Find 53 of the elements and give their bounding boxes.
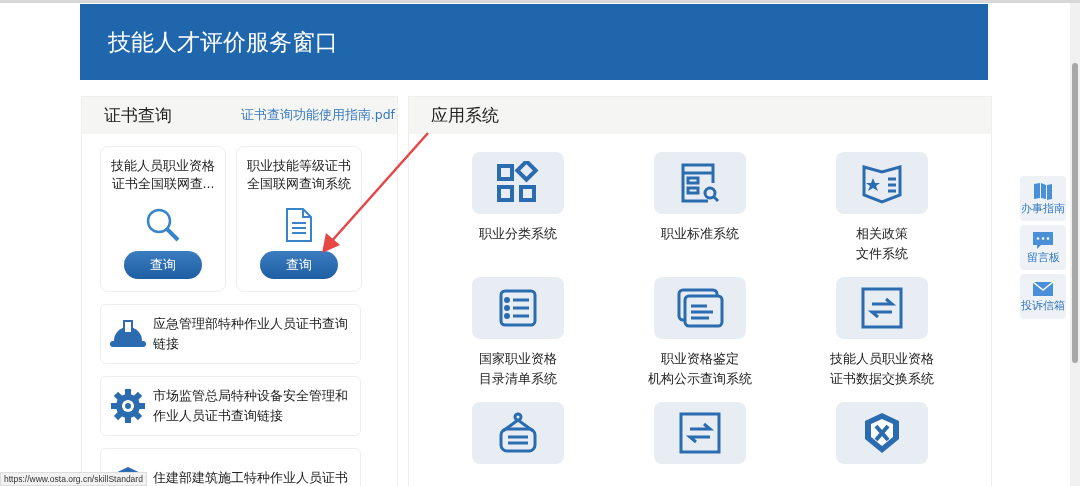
app-tile[interactable] bbox=[654, 277, 746, 339]
chat-icon bbox=[1032, 230, 1054, 249]
guide-link[interactable]: 证书查询功能使用指南.pdf bbox=[240, 107, 395, 124]
link-text: 市场监管总局特种设备安全管理和作业人员证书查询链接 bbox=[153, 387, 349, 425]
query-link-card[interactable]: 市场监管总局特种设备安全管理和作业人员证书查询链接 bbox=[100, 376, 361, 436]
app-tile[interactable] bbox=[472, 152, 564, 214]
side-tool-button[interactable]: 留言板 bbox=[1020, 225, 1066, 270]
search-icon bbox=[145, 207, 181, 243]
app-tile[interactable] bbox=[836, 277, 928, 339]
panel-title: 应用系统 bbox=[431, 104, 499, 127]
app-label[interactable]: 相关政策 bbox=[856, 224, 908, 244]
cards-icon bbox=[676, 287, 724, 329]
shield-icon bbox=[862, 411, 902, 455]
link-text: 住建部建筑施工特种作业人员证书 bbox=[153, 469, 349, 486]
app-label[interactable]: 机构公示查询系统 bbox=[648, 369, 752, 389]
document-icon bbox=[285, 207, 313, 243]
query-button[interactable]: 查询 bbox=[124, 251, 202, 279]
app-label[interactable]: 职业标准系统 bbox=[661, 224, 739, 244]
app-tile[interactable] bbox=[472, 277, 564, 339]
card-title: 技能人员职业资格证书全国联网查... bbox=[110, 157, 216, 193]
card-title: 职业技能等级证书全国联网查询系统 bbox=[246, 157, 352, 193]
site-title: 技能人才评价服务窗口 bbox=[108, 27, 338, 57]
side-tool-label: 办事指南 bbox=[1021, 201, 1065, 216]
query-button[interactable]: 查询 bbox=[260, 251, 338, 279]
app-label[interactable]: 技能人员职业资格 bbox=[830, 349, 934, 369]
app-tile[interactable] bbox=[836, 152, 928, 214]
side-tool-button[interactable]: 投诉信箱 bbox=[1020, 274, 1066, 319]
app-tile[interactable] bbox=[654, 402, 746, 464]
status-url: https://www.osta.org.cn/skillStandard bbox=[0, 472, 147, 486]
query-link-card[interactable]: 应急管理部特种作业人员证书查询链接 bbox=[100, 304, 361, 364]
shapes-icon bbox=[496, 161, 540, 205]
panel-title: 证书查询 bbox=[104, 104, 172, 127]
app-label[interactable]: 证书数据交换系统 bbox=[830, 369, 934, 389]
link-text: 应急管理部特种作业人员证书查询链接 bbox=[153, 315, 349, 353]
app-label[interactable]: 职业资格鉴定 bbox=[661, 349, 739, 369]
scroll-thumb[interactable] bbox=[1072, 63, 1078, 363]
gear-icon bbox=[109, 388, 147, 424]
app-label[interactable]: 职业分类系统 bbox=[479, 224, 557, 244]
side-tool-button[interactable]: 办事指南 bbox=[1020, 176, 1066, 221]
scrollbar[interactable] bbox=[1070, 3, 1080, 486]
app-label[interactable]: 文件系统 bbox=[856, 244, 908, 264]
swap-icon bbox=[678, 411, 722, 455]
list-icon bbox=[498, 288, 538, 328]
mail-icon bbox=[1032, 280, 1054, 297]
side-tool-label: 留言板 bbox=[1026, 250, 1060, 265]
swap-icon bbox=[860, 286, 904, 330]
app-tile[interactable] bbox=[654, 152, 746, 214]
app-tile[interactable] bbox=[836, 402, 928, 464]
app-label[interactable]: 目录清单系统 bbox=[479, 369, 557, 389]
side-tool-label: 投诉信箱 bbox=[1021, 298, 1065, 313]
app-label[interactable]: 国家职业资格 bbox=[479, 349, 557, 369]
map-icon bbox=[1033, 181, 1053, 200]
app-tile[interactable] bbox=[472, 402, 564, 464]
